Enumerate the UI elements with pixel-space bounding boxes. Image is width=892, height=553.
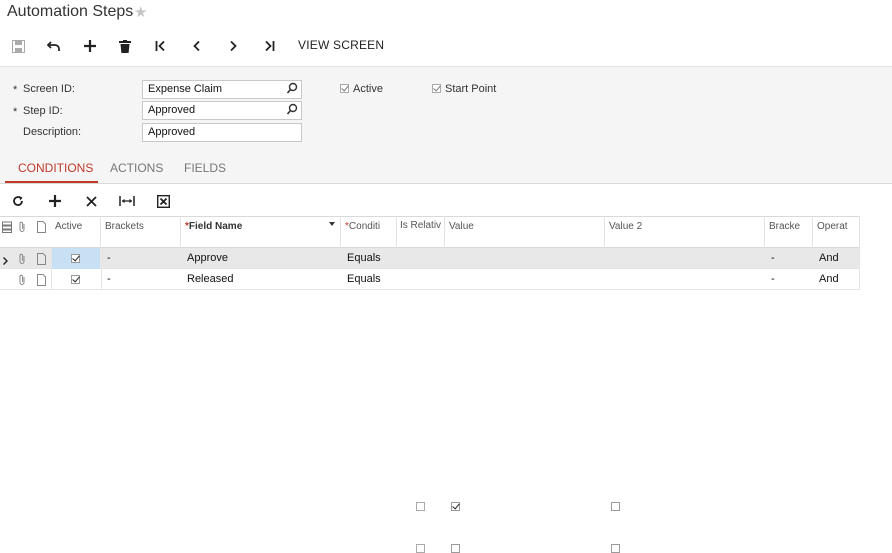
note-icon [37, 221, 47, 233]
column-header-field-name[interactable]: *Field Name [181, 216, 341, 248]
description-value: Approved [148, 126, 196, 138]
row-selector-arrow-icon [3, 254, 8, 265]
row-brackets[interactable]: - [102, 269, 180, 290]
first-record-icon[interactable] [151, 36, 171, 56]
last-record-icon[interactable] [259, 36, 279, 56]
row-field-name[interactable]: Approve [182, 248, 340, 269]
row-brackets-close[interactable]: - [766, 269, 812, 290]
save-icon[interactable] [8, 36, 28, 56]
screen-id-field[interactable]: Expense Claim [142, 80, 302, 99]
fit-columns-icon[interactable] [118, 193, 136, 209]
favorite-star-icon[interactable]: ★ [134, 3, 147, 21]
column-header-is-relative[interactable]: Is Relativ [397, 216, 445, 248]
add-row-icon[interactable] [46, 193, 64, 209]
tab-fields[interactable]: FIELDS [184, 161, 226, 175]
column-header-active[interactable]: Active [51, 216, 101, 248]
screen-id-value: Expense Claim [148, 83, 222, 95]
description-label: Description: [23, 126, 82, 138]
column-header-operator[interactable]: Operat [813, 216, 860, 248]
row-note-icon[interactable] [37, 253, 47, 265]
step-id-field[interactable]: Approved [142, 101, 302, 120]
condition-header-label: Conditi [348, 221, 381, 232]
row-active-checkbox[interactable] [71, 275, 80, 284]
tab-divider [0, 183, 892, 184]
table-row[interactable]: - Released Equals - And [0, 269, 860, 553]
export-excel-icon[interactable] [154, 193, 172, 209]
add-icon[interactable] [80, 36, 100, 56]
column-header-brackets[interactable]: Brackets [101, 216, 181, 248]
row-value2-checkbox[interactable] [611, 544, 620, 553]
start-point-label: Start Point [445, 83, 497, 95]
description-field[interactable]: Approved [142, 123, 302, 142]
row-note-icon[interactable] [37, 274, 47, 286]
row-operator[interactable]: And [814, 248, 860, 269]
sort-dropdown-icon[interactable] [329, 222, 335, 226]
column-header-condition[interactable]: *Conditi [341, 216, 397, 248]
previous-record-icon[interactable] [187, 36, 207, 56]
row-value-checkbox[interactable] [451, 502, 460, 511]
delete-row-icon[interactable] [82, 193, 100, 209]
row-is-relative-checkbox[interactable] [416, 544, 425, 553]
table-row[interactable]: - Approve Equals - And [0, 248, 860, 511]
row-field-name[interactable]: Released [182, 269, 340, 290]
column-header-value[interactable]: Value [445, 216, 605, 248]
row-condition[interactable]: Equals [342, 248, 396, 269]
row-is-relative-checkbox[interactable] [416, 502, 425, 511]
row-attachment-icon[interactable] [18, 274, 28, 286]
step-id-required-mark: * [13, 106, 18, 118]
view-screen-button[interactable]: VIEW SCREEN [298, 38, 384, 52]
next-record-icon[interactable] [223, 36, 243, 56]
row-active-cell[interactable] [52, 248, 100, 269]
row-operator[interactable]: And [814, 269, 860, 290]
screen-id-label: Screen ID: [23, 83, 75, 95]
delete-icon[interactable] [115, 36, 135, 56]
step-id-label: Step ID: [23, 105, 63, 117]
active-checkbox[interactable] [340, 84, 349, 93]
row-value-checkbox[interactable] [451, 544, 460, 553]
column-header-brackets-close[interactable]: Bracke [765, 216, 813, 248]
active-label: Active [353, 83, 383, 95]
search-icon[interactable] [286, 82, 298, 96]
row-brackets-close[interactable]: - [766, 248, 812, 269]
column-header-value2[interactable]: Value 2 [605, 216, 765, 248]
tab-actions[interactable]: ACTIONS [110, 161, 163, 175]
row-active-checkbox[interactable] [71, 254, 80, 263]
step-id-value: Approved [148, 104, 196, 116]
screen-id-required-mark: * [13, 84, 18, 96]
row-value2-checkbox[interactable] [611, 502, 620, 511]
grid-settings-icon[interactable] [2, 221, 12, 233]
attachment-icon [18, 221, 28, 233]
field-name-header-label: Field Name [188, 221, 243, 232]
row-condition[interactable]: Equals [342, 269, 396, 290]
tab-conditions[interactable]: CONDITIONS [18, 161, 93, 175]
page-title: Automation Steps [7, 3, 134, 20]
row-attachment-icon[interactable] [18, 253, 28, 265]
search-icon[interactable] [286, 103, 298, 117]
refresh-icon[interactable] [9, 193, 27, 209]
start-point-checkbox[interactable] [432, 84, 441, 93]
undo-icon[interactable] [44, 36, 64, 56]
row-active-cell[interactable] [52, 269, 100, 290]
row-brackets[interactable]: - [102, 248, 180, 269]
